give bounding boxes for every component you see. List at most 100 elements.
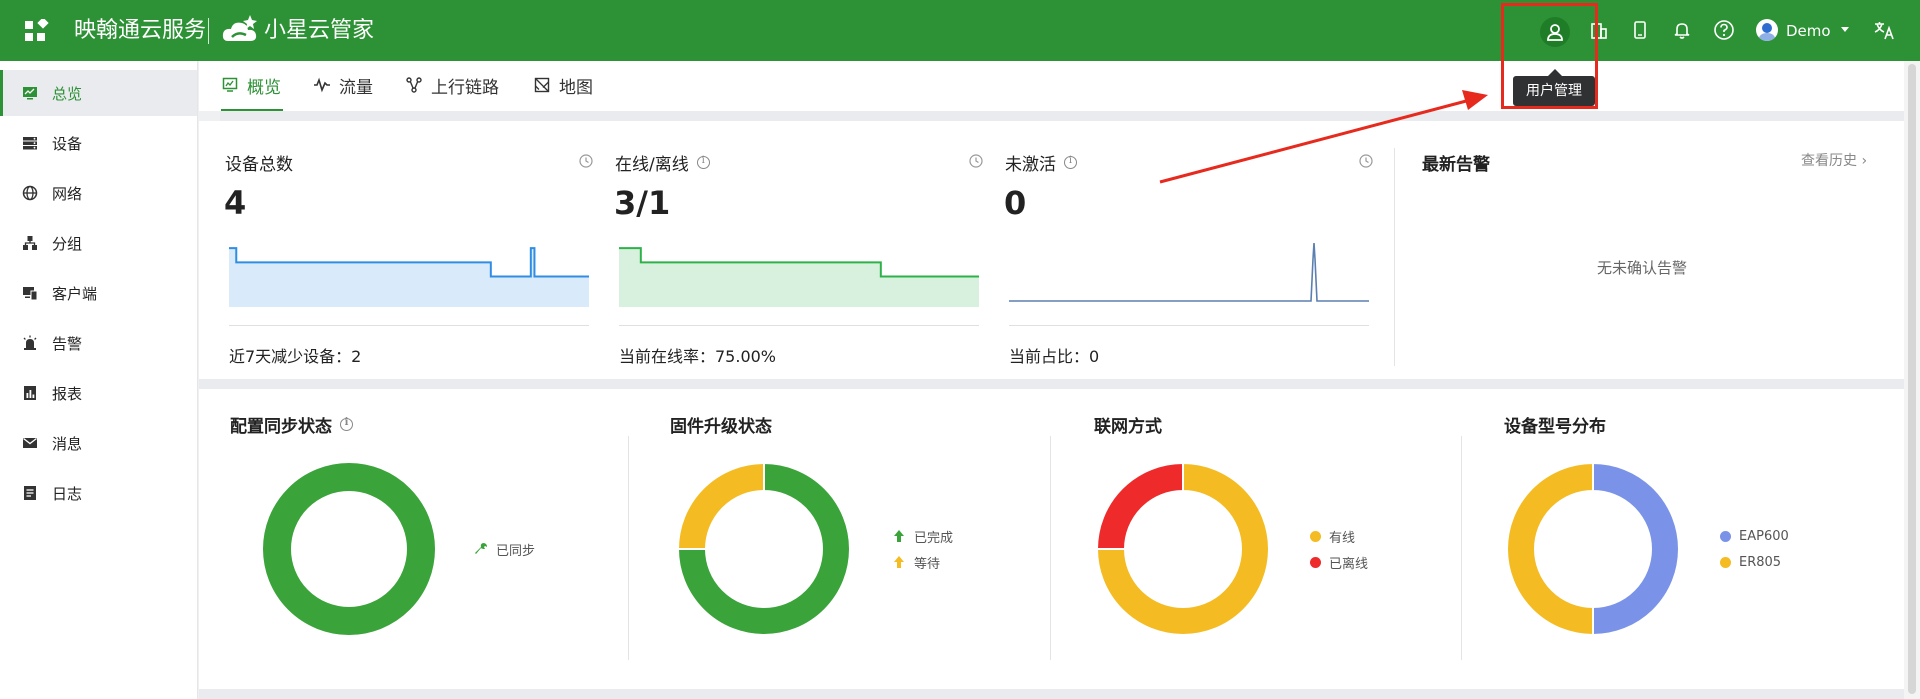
report-icon bbox=[24, 386, 36, 400]
legend-item[interactable]: 等待 bbox=[892, 553, 953, 572]
donut-slice-ER805[interactable] bbox=[1506, 462, 1594, 636]
donut-slice-EAP600[interactable] bbox=[1592, 462, 1680, 636]
help-button[interactable] bbox=[1712, 18, 1736, 42]
donut-connection bbox=[1096, 462, 1270, 636]
clock-icon[interactable] bbox=[1359, 154, 1373, 168]
legend-firmware: 已完成 等待 bbox=[892, 527, 953, 572]
sidebar-item-label: 日志 bbox=[52, 484, 83, 503]
cloud-star-logo-icon bbox=[222, 15, 257, 41]
sidebar-item-alarms[interactable]: 告警 bbox=[0, 320, 197, 366]
globe-icon bbox=[22, 185, 38, 201]
tab-uplink[interactable]: 上行链路 bbox=[405, 73, 499, 111]
tab-overview[interactable]: 概览 bbox=[221, 73, 283, 111]
sidebar-item-network[interactable]: 网络 bbox=[0, 170, 197, 216]
empty-alarm-text: 无未确认告警 bbox=[1597, 259, 1688, 277]
sidebar-item-label: 告警 bbox=[52, 334, 83, 353]
legend-dot bbox=[1310, 530, 1321, 542]
legend-item[interactable]: 已完成 bbox=[892, 527, 953, 546]
sparkline-inactive bbox=[1009, 242, 1369, 302]
sidebar-item-devices[interactable]: 设备 bbox=[0, 120, 197, 166]
sidebar-item-messages[interactable]: 消息 bbox=[0, 420, 197, 466]
translate-icon bbox=[1874, 22, 1894, 40]
legend-label: 已离线 bbox=[1329, 556, 1369, 572]
donut-firmware bbox=[677, 462, 851, 636]
legend-dot bbox=[1720, 530, 1731, 542]
tab-bar: 概览 流量 上行链路 地图 bbox=[199, 61, 1904, 111]
chevron-down-icon[interactable] bbox=[1841, 27, 1849, 32]
sidebar-item-label: 网络 bbox=[52, 184, 83, 203]
stat-card-inactive: 未激活 0 当前占比：0 bbox=[979, 121, 1373, 379]
sidebar-item-overview[interactable]: 总览 bbox=[0, 70, 197, 116]
message-icon bbox=[23, 437, 37, 448]
stat-card-total-devices: 设备总数 4 近7天减少设备：2 bbox=[199, 121, 593, 379]
legend-item[interactable]: ER805 bbox=[1720, 553, 1789, 571]
panel-divider bbox=[1394, 148, 1395, 366]
scrollbar-thumb[interactable] bbox=[1908, 64, 1916, 694]
language-button[interactable] bbox=[1872, 18, 1896, 42]
tab-underline-strip bbox=[220, 111, 1904, 121]
stat-title: 在线/离线 bbox=[615, 150, 710, 175]
donut-slice-等待[interactable] bbox=[677, 462, 765, 550]
sidebar-item-reports[interactable]: 报表 bbox=[0, 370, 197, 416]
chart-title-config-sync: 配置同步状态 bbox=[230, 412, 353, 437]
brand2-title: 小星云管家 bbox=[264, 18, 375, 43]
stat-value: 0 bbox=[1004, 184, 1027, 222]
sidebar-item-label: 报表 bbox=[52, 384, 83, 403]
device-icon bbox=[23, 137, 37, 150]
info-icon[interactable] bbox=[696, 155, 710, 169]
chart-title-model: 设备型号分布 bbox=[1504, 417, 1606, 437]
donut-slice-已同步[interactable] bbox=[263, 463, 435, 635]
stat-footnote: 当前占比：0 bbox=[1009, 347, 1100, 366]
user-name[interactable]: Demo bbox=[1786, 20, 1831, 42]
info-icon[interactable] bbox=[1064, 155, 1077, 169]
client-icon bbox=[23, 287, 38, 301]
tab-label: 地图 bbox=[559, 78, 593, 98]
legend-item[interactable]: EAP600 bbox=[1720, 527, 1789, 545]
legend-item[interactable]: 已离线 bbox=[1310, 553, 1369, 572]
mobile-icon bbox=[1634, 21, 1646, 39]
sparkline-total-devices bbox=[229, 247, 589, 307]
stat-value: 3/1 bbox=[614, 184, 671, 222]
overview-icon bbox=[222, 77, 238, 92]
link-label: 查看历史 bbox=[1801, 153, 1857, 169]
map-icon bbox=[534, 77, 550, 93]
tab-label: 上行链路 bbox=[431, 78, 499, 98]
chart-separator bbox=[1461, 436, 1462, 660]
legend-label: EAP600 bbox=[1739, 528, 1789, 544]
sidebar-item-label: 分组 bbox=[52, 234, 83, 253]
legend-dot bbox=[1720, 556, 1731, 568]
stat-footnote: 近7天减少设备：2 bbox=[229, 347, 362, 366]
sidebar-item-groups[interactable]: 分组 bbox=[0, 220, 197, 266]
brand-title: 映翰通云服务 bbox=[74, 18, 207, 43]
legend-label: ER805 bbox=[1739, 554, 1782, 570]
sparkline-online bbox=[619, 247, 979, 307]
divider bbox=[619, 325, 979, 326]
sidebar: 总览 设备 网络 分组 客户端 告警 报表 消息 日志 bbox=[0, 61, 198, 699]
notification-button[interactable] bbox=[1670, 18, 1694, 42]
traffic-icon bbox=[314, 77, 330, 93]
tab-label: 流量 bbox=[339, 78, 373, 98]
apps-grid-icon[interactable] bbox=[24, 19, 50, 43]
legend-item[interactable]: 有线 bbox=[1310, 527, 1368, 546]
chart-title-firmware: 固件升级状态 bbox=[670, 417, 772, 437]
sidebar-item-logs[interactable]: 日志 bbox=[0, 470, 197, 516]
tab-map[interactable]: 地图 bbox=[533, 73, 593, 111]
sidebar-item-clients[interactable]: 客户端 bbox=[0, 270, 197, 316]
legend-connection: 有线 已离线 bbox=[1310, 527, 1369, 572]
alarm-icon bbox=[23, 335, 37, 350]
avatar[interactable] bbox=[1756, 19, 1778, 41]
stat-value: 4 bbox=[224, 184, 247, 222]
info-icon[interactable] bbox=[340, 417, 353, 431]
legend-item[interactable]: 已同步 bbox=[474, 540, 536, 559]
brand-separator bbox=[208, 18, 209, 44]
tab-traffic[interactable]: 流量 bbox=[313, 73, 373, 111]
donut-slice-已离线[interactable] bbox=[1096, 462, 1184, 550]
legend-label: 有线 bbox=[1329, 530, 1356, 546]
group-icon bbox=[23, 236, 37, 250]
mobile-button[interactable] bbox=[1628, 18, 1652, 42]
legend-label: 已同步 bbox=[496, 543, 536, 559]
divider bbox=[1009, 325, 1369, 326]
view-history-link[interactable]: 查看历史 › bbox=[1801, 150, 1867, 170]
legend-dot bbox=[1310, 556, 1321, 568]
tab-label: 概览 bbox=[247, 78, 281, 98]
